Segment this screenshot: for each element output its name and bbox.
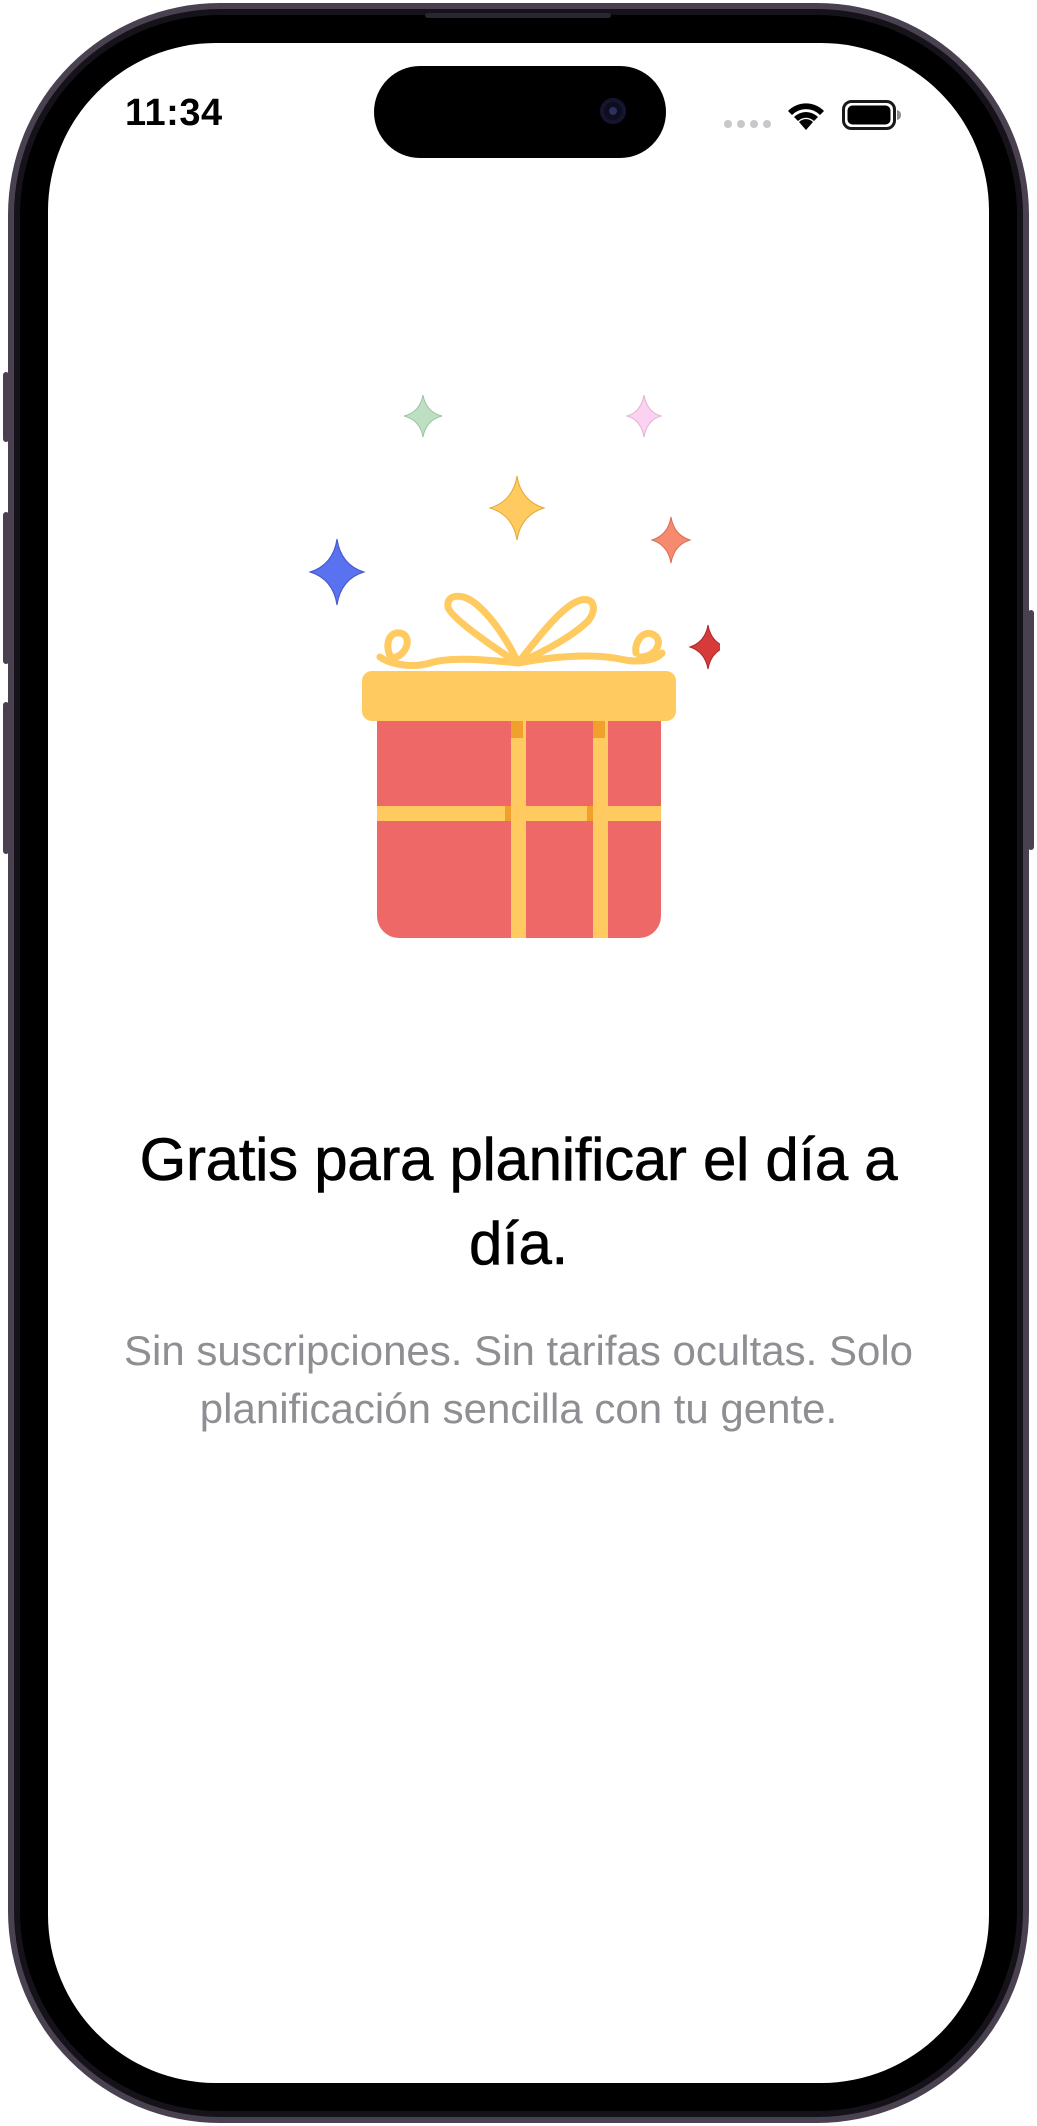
onboarding-subtitle: Sin suscripciones. Sin tarifas ocultas. … — [123, 1327, 914, 1432]
camera-icon — [600, 98, 626, 124]
screen — [48, 43, 989, 2083]
sparkle-red-icon — [688, 624, 720, 670]
cellular-signal-icon — [724, 120, 771, 128]
bow-icon — [376, 592, 666, 669]
volume-up-button — [3, 512, 9, 664]
speaker-grille — [425, 13, 611, 18]
gift-lid — [362, 671, 676, 721]
action-button — [3, 372, 9, 442]
battery-icon — [842, 100, 901, 130]
power-button — [1028, 610, 1034, 850]
sparkle-orange-icon — [650, 516, 692, 564]
wifi-icon — [788, 103, 824, 130]
dynamic-island — [374, 66, 666, 158]
volume-down-button — [3, 702, 9, 854]
sparkle-pink-icon — [625, 395, 663, 438]
onboarding-headline: Gratis para planificar el día a día. — [139, 1126, 898, 1278]
phone-device: 11:34 Gratis para planificar el día a dí… — [0, 0, 1037, 2126]
sparkle-green-icon — [403, 395, 443, 438]
sparkle-blue-icon — [308, 538, 366, 606]
gift-icon — [308, 395, 720, 938]
status-time: 11:34 — [125, 92, 223, 134]
sparkle-yellow-icon — [488, 475, 546, 541]
